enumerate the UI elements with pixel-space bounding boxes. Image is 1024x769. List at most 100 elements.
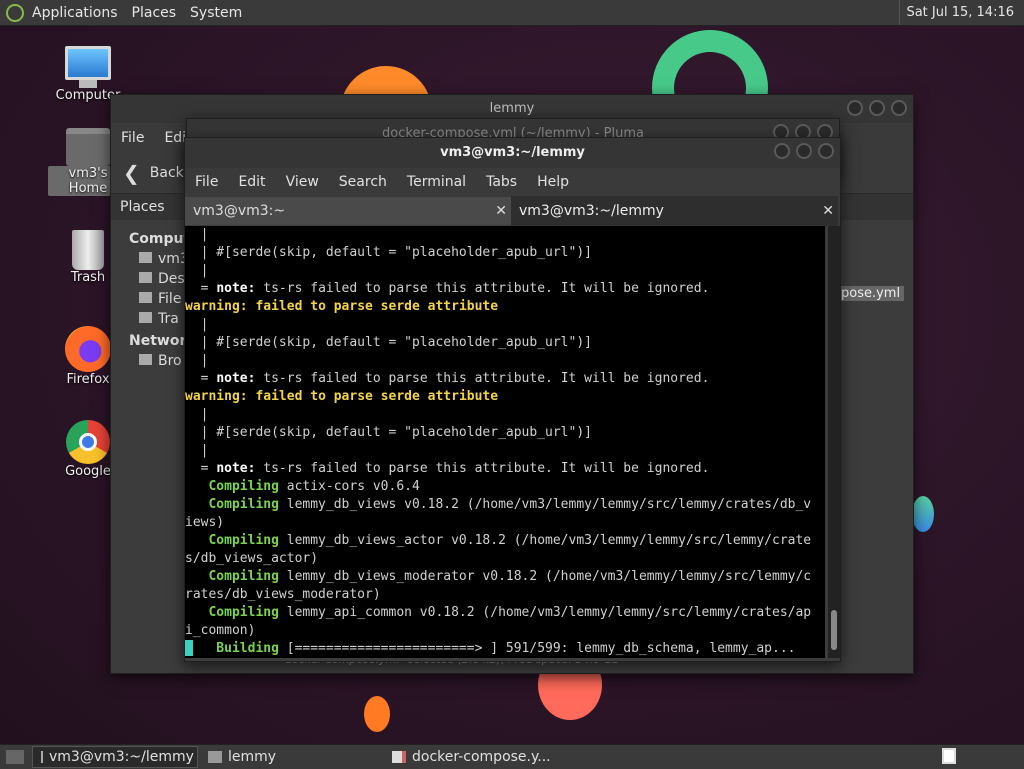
workspace-switcher-icon[interactable] [942,748,956,764]
line-label: warning: [185,389,248,404]
taskbar-item-file-manager[interactable]: lemmy [200,746,382,768]
terminal-tab[interactable]: vm3@vm3:~ ✕ [185,197,511,225]
panel-menu-system[interactable]: System [190,5,242,21]
terminal-line: | [185,406,825,424]
chrome-icon [66,420,110,464]
line-prefix: = [185,461,217,476]
line-text: [=======================> ] 591/599: lem… [278,641,796,656]
menu-file[interactable]: File [195,174,218,190]
line-label: Compiling [185,479,279,494]
line-text: actix-cors v0.6.4 [278,479,420,494]
terminal-line: | #[serde(skip, default = "placeholder_a… [185,334,825,352]
drive-icon [139,292,152,303]
terminal-line: | [185,442,825,460]
panel-logo-icon[interactable] [6,3,24,22]
terminal-line: rates/db_views_moderator) [185,586,825,604]
terminal-line: | [185,352,825,370]
folder-icon [208,751,222,763]
close-button[interactable] [891,100,907,116]
line-label: Compiling [185,569,279,584]
line-text: i_common) [185,623,256,638]
terminal-titlebar[interactable]: vm3@vm3:~/lemmy [185,138,840,168]
window-title: lemmy [489,101,535,116]
taskbar-label: vm3@vm3:~/lemmy [49,749,194,765]
trash-icon [72,230,104,270]
panel-menu-applications[interactable]: Applications [32,5,118,21]
line-prefix: = [185,371,217,386]
terminal-line: Compiling lemmy_db_views_moderator v0.18… [185,568,825,586]
line-label: Building [185,641,279,656]
terminal-line: Compiling lemmy_api_common v0.18.2 (/hom… [185,604,825,622]
wallpaper-blob-blue [912,496,934,532]
menu-view[interactable]: View [286,174,319,190]
selected-file-label[interactable]: pose.yml [837,286,905,301]
menu-file[interactable]: File [121,130,144,146]
menu-tabs[interactable]: Tabs [486,174,517,190]
terminal-line: iews) [185,514,825,532]
minimize-button[interactable] [847,100,863,116]
menu-edit[interactable]: Edi [164,130,186,146]
scrollbar-thumb[interactable] [831,610,837,650]
line-label: warning: [185,299,248,314]
line-text: | #[serde(skip, default = "placeholder_a… [185,425,592,440]
terminal-output[interactable]: | | #[serde(skip, default = "placeholder… [185,226,825,658]
line-text: s/db_views_actor) [185,551,319,566]
line-text: lemmy_db_views v0.18.2 (/home/vm3/lemmy/… [278,497,812,512]
line-text: failed to parse serde attribute [247,389,499,404]
desktop-icon-label: Firefox [66,372,110,387]
home-icon [139,252,152,263]
show-desktop-icon[interactable] [6,750,24,764]
taskbar-label: lemmy [228,749,277,765]
terminal-menubar: File Edit View Search Terminal Tabs Help [185,168,840,196]
terminal-line: Compiling actix-cors v0.6.4 [185,478,825,496]
desktop-icon-label: Google [65,464,111,479]
terminal-line: | #[serde(skip, default = "placeholder_a… [185,244,825,262]
taskbar-item-terminal[interactable]: vm3@vm3:~/lemmy [32,746,198,768]
back-button-label[interactable]: Back [150,165,184,181]
taskbar-item-pluma[interactable]: docker-compose.y... [384,746,566,768]
tab-label: vm3@vm3:~/lemmy [519,203,664,219]
line-label: note: [216,281,256,296]
terminal-window[interactable]: vm3@vm3:~/lemmy File Edit View Search Te… [184,137,841,662]
panel-menu-places[interactable]: Places [132,5,177,21]
terminal-icon [41,751,43,763]
line-label: note: [216,461,256,476]
line-text: | [185,353,209,368]
menu-edit[interactable]: Edit [238,174,265,190]
line-text: lemmy_db_views_moderator v0.18.2 (/home/… [278,569,812,584]
panel-clock[interactable]: Sat Jul 15, 14:16 [899,0,1020,25]
line-label: Compiling [185,497,279,512]
places-label: Places [120,199,165,215]
line-text: | [185,263,209,278]
terminal-line: i_common) [185,622,825,640]
line-prefix: = [185,281,217,296]
line-text: ts-rs failed to parse this attribute. It… [255,281,710,296]
back-arrow-icon[interactable]: ❮ [123,161,140,185]
line-text: | [185,317,209,332]
menu-help[interactable]: Help [537,174,569,190]
line-label: note: [216,371,256,386]
menu-terminal[interactable]: Terminal [407,174,466,190]
terminal-close-button[interactable] [818,143,834,159]
terminal-line: | #[serde(skip, default = "placeholder_a… [185,424,825,442]
home-folder-icon [66,128,110,166]
text-editor-icon [392,751,406,763]
desktop-icon-label: Trash [70,270,106,285]
terminal-scrollbar[interactable] [828,226,840,658]
terminal-line: = note: ts-rs failed to parse this attri… [185,460,825,478]
line-text: | [185,227,209,242]
line-text: lemmy_api_common v0.18.2 (/home/vm3/lemm… [278,605,812,620]
tab-label: vm3@vm3:~ [193,203,286,219]
line-text: iews) [185,515,225,530]
terminal-maximize-button[interactable] [796,143,812,159]
tab-close-icon[interactable]: ✕ [495,197,507,225]
tab-close-icon[interactable]: ✕ [822,196,834,226]
terminal-line: Building [=======================> ] 591… [185,640,825,658]
terminal-minimize-button[interactable] [774,143,790,159]
terminal-line: Compiling lemmy_db_views_actor v0.18.2 (… [185,532,825,550]
terminal-line: Compiling lemmy_db_views v0.18.2 (/home/… [185,496,825,514]
menu-search[interactable]: Search [339,174,387,190]
maximize-button[interactable] [869,100,885,116]
terminal-tab-active[interactable]: vm3@vm3:~/lemmy ✕ [511,196,838,226]
terminal-line: | [185,262,825,280]
